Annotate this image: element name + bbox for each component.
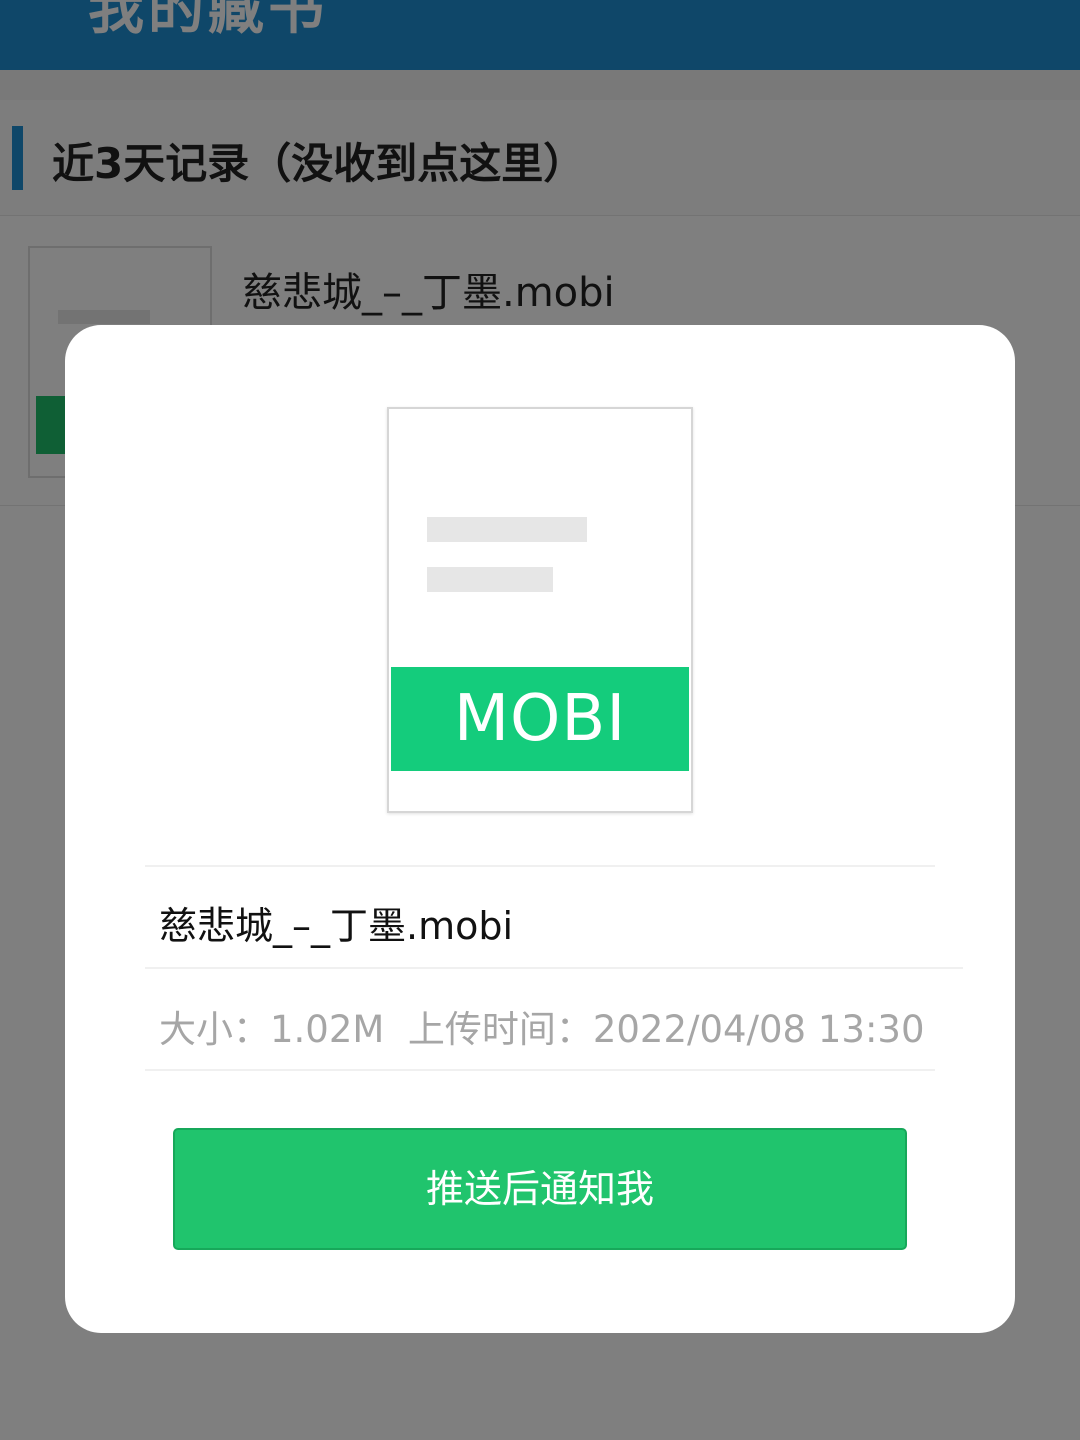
document-line-long xyxy=(427,517,587,542)
size-value: 1.02M xyxy=(270,1008,385,1051)
document-line-short xyxy=(427,567,553,592)
push-notify-button[interactable]: 推送后通知我 xyxy=(173,1128,907,1250)
file-type-band: MOBI xyxy=(391,667,689,771)
mobi-file-icon: MOBI xyxy=(387,407,693,813)
file-detail-dialog: MOBI 慈悲城_–_丁墨.mobi 大小：1.02M 上传时间：2022/04… xyxy=(65,325,1015,1333)
file-meta: 大小：1.02M 上传时间：2022/04/08 13:30 xyxy=(159,999,925,1053)
divider xyxy=(145,1069,935,1071)
upload-time-value: 2022/04/08 13:30 xyxy=(592,1008,925,1051)
divider xyxy=(145,865,935,867)
file-type-label: MOBI xyxy=(453,682,627,756)
divider xyxy=(145,967,963,969)
size-label: 大小： xyxy=(159,1008,270,1051)
upload-time-label: 上传时间： xyxy=(407,1008,593,1051)
meta-spacer xyxy=(384,1008,408,1051)
file-name: 慈悲城_–_丁墨.mobi xyxy=(159,904,514,948)
